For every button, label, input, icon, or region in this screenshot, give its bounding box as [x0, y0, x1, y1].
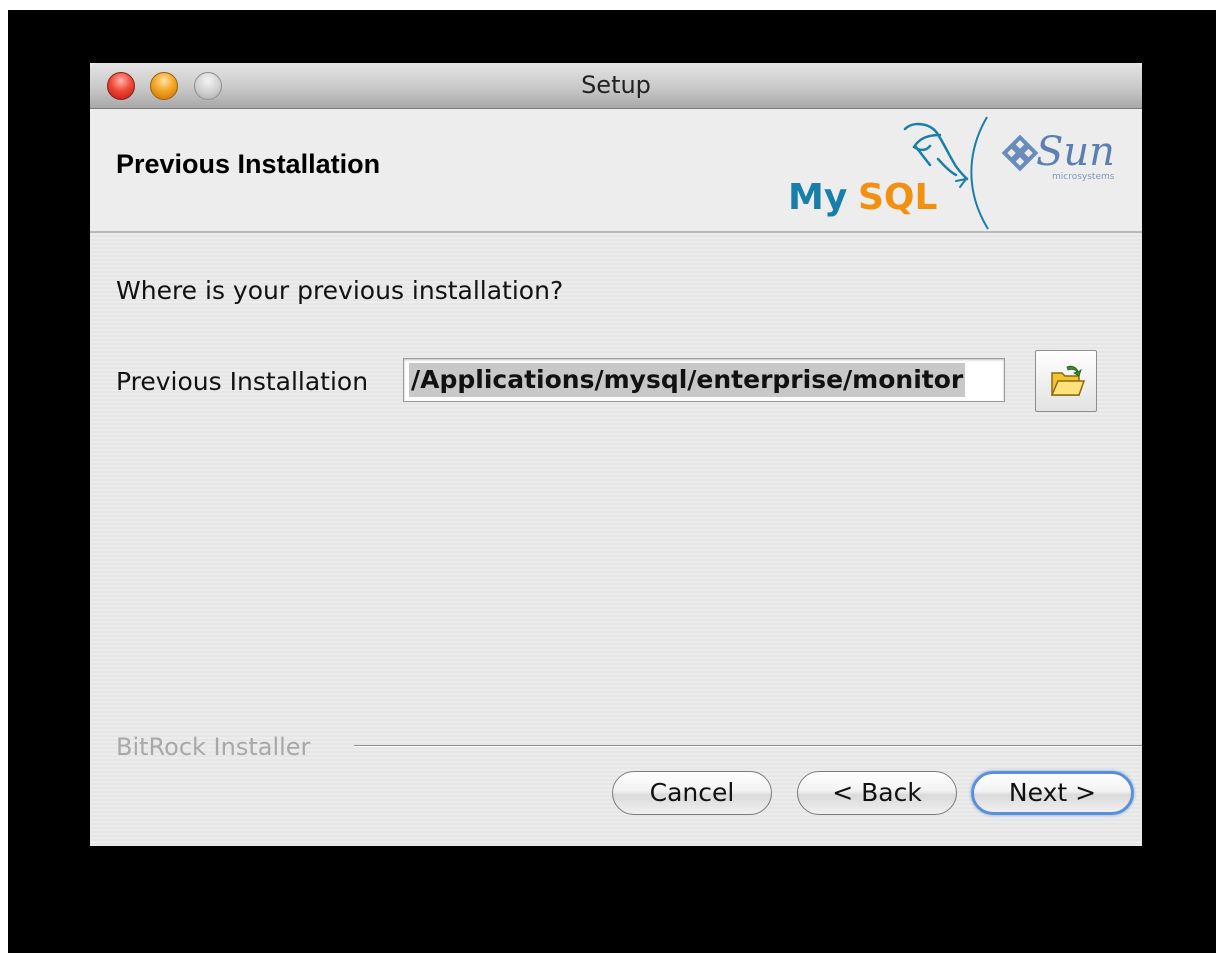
path-input-value: /Applications/mysql/enterprise/monitor: [409, 363, 966, 397]
setup-window: Setup Previous Installation My SQL Sun m…: [90, 63, 1142, 846]
page-title: Previous Installation: [116, 149, 381, 179]
sun-logo-icon: [1001, 134, 1039, 172]
next-button[interactable]: Next >: [971, 771, 1134, 815]
mysql-sun-logo: My SQL Sun microsystems: [788, 116, 1115, 230]
cancel-button[interactable]: Cancel: [612, 771, 772, 815]
footer-divider: [354, 745, 1142, 747]
back-button[interactable]: < Back: [797, 771, 957, 815]
installer-header: Previous Installation My SQL Sun microsy…: [90, 109, 1142, 233]
open-folder-icon: [1050, 365, 1085, 396]
svg-text:My: My: [788, 177, 847, 218]
svg-text:SQL: SQL: [858, 177, 937, 218]
question-text: Where is your previous installation?: [116, 276, 564, 305]
svg-text:Sun: Sun: [1036, 129, 1115, 175]
window-title: Setup: [581, 71, 651, 99]
installer-brand-label: BitRock Installer: [116, 733, 311, 761]
previous-installation-path-input[interactable]: /Applications/mysql/enterprise/monitor: [403, 358, 1005, 402]
previous-installation-label: Previous Installation: [116, 367, 369, 396]
main-content: Where is your previous installation? Pre…: [90, 233, 1142, 846]
svg-text:microsystems: microsystems: [1052, 172, 1115, 182]
title-bar[interactable]: Setup: [90, 63, 1142, 109]
browse-folder-button[interactable]: [1035, 350, 1097, 412]
